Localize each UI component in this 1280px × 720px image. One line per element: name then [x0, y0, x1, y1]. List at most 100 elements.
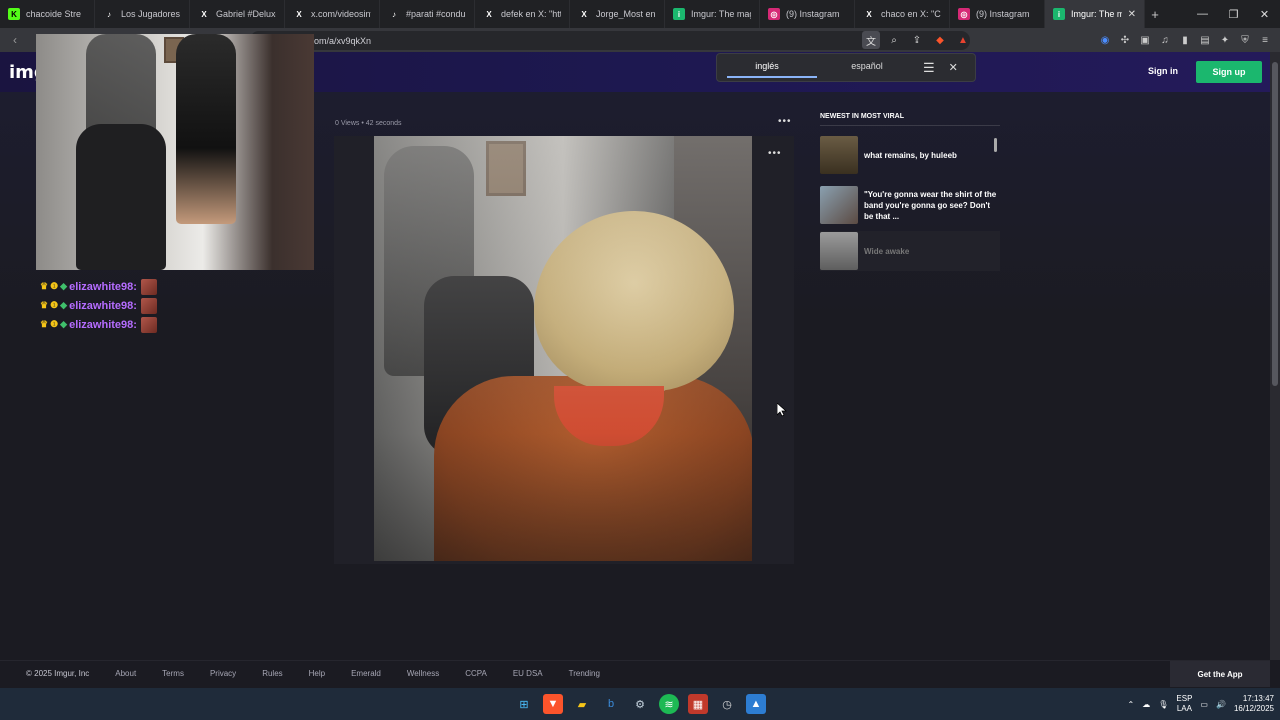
chevron-up-icon[interactable]: ⌃ [1128, 700, 1135, 709]
instagram-icon: ◎ [768, 8, 780, 20]
tab-active[interactable]: i Imgur: The m ✕ [1045, 0, 1145, 28]
close-window-icon[interactable]: ✕ [1249, 8, 1280, 21]
tab[interactable]: X Jorge_Most en X [570, 0, 665, 28]
taskbar-apps: ⊞ ▼ ▰ b ⚙ ≋ ▦ ◷ ▲ [514, 694, 766, 714]
screenshot-icon[interactable]: ▣ [1138, 31, 1152, 49]
brave-rewards-icon[interactable]: ▲ [954, 31, 972, 49]
crown-icon: ♛ [40, 319, 49, 329]
tab[interactable]: ♪ Los Jugadores M [95, 0, 190, 28]
post-thumbnail [820, 232, 858, 270]
translate-icon[interactable]: 文 [862, 31, 880, 49]
tab-label: defek en X: "http [501, 9, 561, 19]
menu-icon[interactable]: ☰ [923, 60, 935, 76]
footer-link-emerald[interactable]: Emerald [351, 669, 381, 678]
windows-taskbar: ⊞ ▼ ▰ b ⚙ ≋ ▦ ◷ ▲ ⌃ ☁ 🎙 ESP LAA ▭ 🔊 17:1… [0, 688, 1280, 720]
tab[interactable]: ◎ (9) Instagram [760, 0, 855, 28]
zoom-icon[interactable]: ⌕ [885, 31, 903, 49]
sidebar-post[interactable]: Wide awake [820, 231, 1000, 271]
footer-link-ccpa[interactable]: CCPA [465, 669, 487, 678]
audio-icon[interactable]: ◉ [1098, 31, 1112, 49]
tab[interactable]: ◎ (9) Instagram [950, 0, 1045, 28]
back-icon[interactable]: ‹ [6, 33, 24, 47]
clock-app-icon[interactable]: ◷ [717, 694, 737, 714]
tab[interactable]: Xchaco en X: "Cuid [855, 0, 950, 28]
webcam-chair [76, 124, 166, 270]
webcam-overlay [36, 34, 314, 270]
brave-browser-icon[interactable]: ▼ [543, 694, 563, 714]
post-title: what remains, by huleeb [864, 150, 957, 160]
photos-icon[interactable]: ▲ [746, 694, 766, 714]
post-thumbnail [820, 136, 858, 174]
language-indicator[interactable]: ESP LAA [1176, 694, 1192, 714]
tab[interactable]: X Gabriel #DeluxeA [190, 0, 285, 28]
footer-link-help[interactable]: Help [309, 669, 325, 678]
steam-icon[interactable]: ⚙ [630, 694, 650, 714]
post-options-icon[interactable]: ••• [778, 116, 792, 127]
new-tab-button[interactable]: + [1145, 7, 1165, 22]
close-icon[interactable]: ✕ [949, 61, 958, 74]
share-icon[interactable]: ⇪ [908, 31, 926, 49]
footer-link-trending[interactable]: Trending [569, 669, 600, 678]
post-image[interactable] [374, 136, 752, 561]
tab[interactable]: i Imgur: The magi [665, 0, 760, 28]
get-app-button[interactable]: Get the App [1170, 661, 1270, 687]
music-icon[interactable]: ♫ [1158, 31, 1172, 49]
wallet-icon[interactable]: ▤ [1198, 31, 1212, 49]
tab-label: x.com/videosinfo [311, 9, 371, 19]
badge-icon: ❶ [50, 300, 59, 310]
display-icon[interactable]: ▭ [1200, 700, 1208, 709]
windows-start-icon[interactable]: ⊞ [514, 694, 534, 714]
tab[interactable]: Xx.com/videosinfo [285, 0, 380, 28]
target-language-tab[interactable]: español [817, 53, 917, 82]
puzzle-icon[interactable]: ✣ [1118, 31, 1132, 49]
sign-in-link[interactable]: Sign in [1148, 66, 1178, 76]
tab[interactable]: ♪ #parati #condu [380, 0, 475, 28]
x-icon: X [866, 9, 872, 19]
sidebar-post[interactable]: "You're gonna wear the shirt of the band… [820, 184, 1000, 226]
translate-popup: inglés español ☰ ✕ [716, 53, 976, 82]
footer-link-eu-dsa[interactable]: EU DSA [513, 669, 543, 678]
footer-link-about[interactable]: About [115, 669, 136, 678]
image-overlay [374, 136, 752, 561]
brave-shield-icon[interactable]: ◆ [931, 31, 949, 49]
minimize-icon[interactable]: — [1187, 8, 1218, 21]
sidebar-post[interactable]: what remains, by huleeb [820, 135, 1000, 175]
maximize-icon[interactable]: ❐ [1218, 8, 1249, 21]
volume-icon[interactable]: 🔊 [1216, 700, 1226, 709]
footer-link-wellness[interactable]: Wellness [407, 669, 439, 678]
x-icon: X [581, 9, 587, 19]
cloud-icon[interactable]: ☁ [1142, 700, 1150, 709]
ai-icon[interactable]: ✦ [1218, 31, 1232, 49]
page-scrollbar-thumb[interactable] [1272, 62, 1278, 386]
microphone-icon[interactable]: 🎙 [1158, 700, 1168, 709]
footer-link-privacy[interactable]: Privacy [210, 669, 236, 678]
source-language-tab[interactable]: inglés [717, 53, 817, 82]
vpn-icon[interactable]: ⛨ [1238, 31, 1252, 49]
chat-username: elizawhite98: [69, 299, 137, 312]
kick-icon: K [8, 8, 20, 20]
x-icon: X [486, 9, 492, 19]
spotify-icon[interactable]: ≋ [659, 694, 679, 714]
sign-up-button[interactable]: Sign up [1196, 61, 1262, 83]
image-options-icon[interactable]: ••• [768, 148, 782, 159]
x-icon: X [296, 9, 302, 19]
tab[interactable]: Kchacoide Stre [0, 0, 95, 28]
keyboard-layout: LAA [1176, 704, 1192, 713]
bing-icon[interactable]: b [601, 694, 621, 714]
footer-link-rules[interactable]: Rules [262, 669, 282, 678]
menu-icon[interactable]: ≡ [1258, 31, 1272, 49]
tab-label: Los Jugadores M [121, 9, 181, 19]
instagram-icon: ◎ [958, 8, 970, 20]
obs-record-icon[interactable]: ▦ [688, 694, 708, 714]
footer-link-terms[interactable]: Terms [162, 669, 184, 678]
imgur-icon: i [1053, 8, 1065, 20]
badge-icon: ❶ [50, 319, 59, 329]
imgur-footer: © 2025 Imgur, Inc About Terms Privacy Ru… [0, 660, 1270, 687]
close-icon[interactable]: ✕ [1128, 9, 1136, 20]
browser-tab-strip: Kchacoide Stre ♪ Los Jugadores M X Gabriel… [0, 0, 1280, 28]
file-explorer-icon[interactable]: ▰ [572, 694, 592, 714]
url-text: om/a/xv9qkXn [314, 35, 372, 46]
tab[interactable]: Xdefek en X: "http [475, 0, 570, 28]
sidebar-icon[interactable]: ▮ [1178, 31, 1192, 49]
system-clock[interactable]: 17:13:47 16/12/2025 [1234, 694, 1274, 714]
